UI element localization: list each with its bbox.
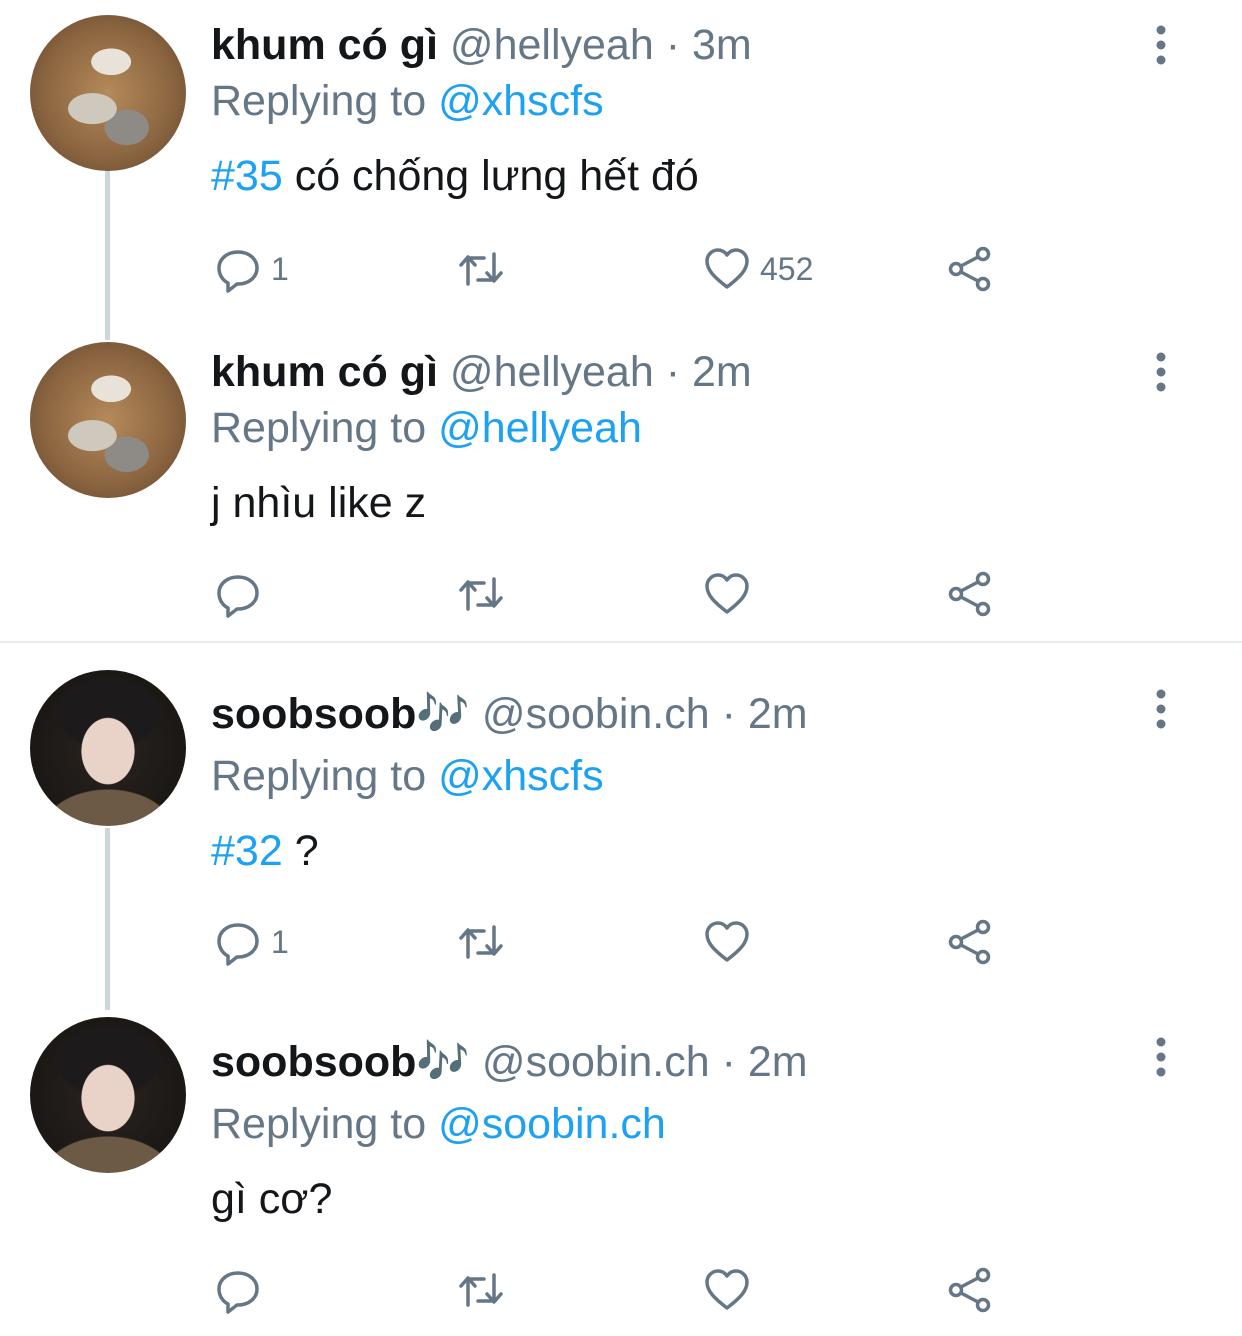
reply-count: 1 (271, 250, 289, 287)
tweet[interactable]: khum có gì @hellyeah · 3m Replying to @x… (0, 15, 1242, 315)
replying-to-handle[interactable]: @hellyeah (438, 404, 642, 452)
heart-icon (702, 244, 752, 294)
replying-prefix: Replying to (211, 77, 427, 125)
reply-count: 1 (271, 923, 289, 960)
share-icon (945, 1265, 995, 1315)
timestamp[interactable]: 2m (692, 348, 752, 396)
tweet-text: #35 có chống lưng hết đó (211, 148, 699, 204)
share-icon (945, 569, 995, 619)
replying-to: Replying to @xhscfs (211, 73, 604, 129)
replying-to-handle[interactable]: @xhscfs (438, 752, 604, 800)
tweet-header: soobsoob🎶 @soobin.ch · 2m (211, 686, 808, 742)
tweet-divider (0, 641, 1242, 643)
replying-to-handle[interactable]: @soobin.ch (438, 1100, 666, 1148)
tweet[interactable]: soobsoob🎶 @soobin.ch · 2m Replying to @s… (0, 1017, 1242, 1332)
tweet-text: gì cơ? (211, 1171, 332, 1227)
tweet-actions: 1 452 (0, 239, 1242, 299)
hashtag[interactable]: #35 (211, 152, 283, 200)
retweet-button[interactable] (456, 1260, 506, 1320)
tweet-actions (0, 1260, 1242, 1320)
reply-icon (213, 1265, 263, 1315)
like-button[interactable] (702, 912, 752, 972)
tweet-header: soobsoob🎶 @soobin.ch · 2m (211, 1034, 808, 1090)
heart-icon (702, 1265, 752, 1315)
retweet-button[interactable] (456, 239, 506, 299)
display-name[interactable]: khum có gì (211, 348, 438, 396)
retweet-icon (456, 1265, 506, 1315)
handle[interactable]: @soobin.ch (482, 1038, 710, 1086)
like-count: 452 (760, 250, 814, 287)
replying-prefix: Replying to (211, 1100, 427, 1148)
replying-to: Replying to @xhscfs (211, 748, 604, 804)
reply-icon (213, 569, 263, 619)
share-button[interactable] (945, 564, 995, 624)
tweet-text-body: có chống lưng hết đó (282, 152, 699, 200)
like-button[interactable] (702, 564, 752, 624)
heart-icon (702, 917, 752, 967)
timestamp[interactable]: 2m (748, 1038, 808, 1086)
reply-icon (213, 244, 263, 294)
more-vertical-icon[interactable] (1150, 1037, 1172, 1077)
tweet-header: khum có gì @hellyeah · 3m (211, 17, 752, 73)
tweet-text-body: ? (282, 827, 319, 875)
separator: · (721, 690, 736, 738)
avatar[interactable] (30, 342, 186, 498)
separator: · (665, 348, 681, 396)
like-button[interactable] (702, 1260, 752, 1320)
share-icon (945, 917, 995, 967)
share-button[interactable] (945, 912, 995, 972)
share-icon (945, 244, 995, 294)
tweet-header: khum có gì @hellyeah · 2m (211, 344, 752, 400)
reply-button[interactable] (213, 564, 263, 624)
replying-to: Replying to @soobin.ch (211, 1096, 666, 1152)
reply-icon (213, 917, 263, 967)
handle[interactable]: @hellyeah (450, 21, 654, 69)
share-button[interactable] (945, 239, 995, 299)
tweet-text: j nhìu like z (211, 475, 426, 531)
avatar[interactable] (30, 1017, 186, 1173)
reply-button[interactable]: 1 (213, 912, 289, 972)
share-button[interactable] (945, 1260, 995, 1320)
more-vertical-icon[interactable] (1150, 689, 1172, 729)
avatar[interactable] (30, 15, 186, 171)
display-name[interactable]: soobsoob🎶 (211, 690, 470, 738)
tweet-text-body: j nhìu like z (211, 479, 427, 527)
more-vertical-icon[interactable] (1150, 352, 1172, 392)
retweet-icon (456, 917, 506, 967)
timestamp[interactable]: 3m (692, 21, 752, 69)
tweet[interactable]: khum có gì @hellyeah · 2m Replying to @h… (0, 342, 1242, 632)
hashtag[interactable]: #32 (211, 827, 283, 875)
heart-icon (702, 569, 752, 619)
more-vertical-icon[interactable] (1150, 25, 1172, 65)
replying-prefix: Replying to (211, 752, 427, 800)
tweet[interactable]: soobsoob🎶 @soobin.ch · 2m Replying to @x… (0, 670, 1242, 980)
retweet-icon (456, 244, 506, 294)
retweet-button[interactable] (456, 564, 506, 624)
timestamp[interactable]: 2m (748, 690, 808, 738)
display-name[interactable]: khum có gì (211, 21, 438, 69)
retweet-icon (456, 569, 506, 619)
separator: · (721, 1038, 736, 1086)
replying-prefix: Replying to (211, 404, 427, 452)
retweet-button[interactable] (456, 912, 506, 972)
handle[interactable]: @hellyeah (450, 348, 654, 396)
replying-to: Replying to @hellyeah (211, 400, 642, 456)
reply-button[interactable] (213, 1260, 263, 1320)
tweet-actions (0, 564, 1242, 624)
like-button[interactable]: 452 (702, 239, 813, 299)
separator: · (665, 21, 681, 69)
tweet-actions: 1 (0, 912, 1242, 972)
tweet-text-body: gì cơ? (211, 1175, 333, 1223)
reply-button[interactable]: 1 (213, 239, 289, 299)
display-name[interactable]: soobsoob🎶 (211, 1038, 470, 1086)
replying-to-handle[interactable]: @xhscfs (438, 77, 604, 125)
handle[interactable]: @soobin.ch (482, 690, 710, 738)
tweet-text: #32 ? (211, 823, 319, 879)
avatar[interactable] (30, 670, 186, 826)
